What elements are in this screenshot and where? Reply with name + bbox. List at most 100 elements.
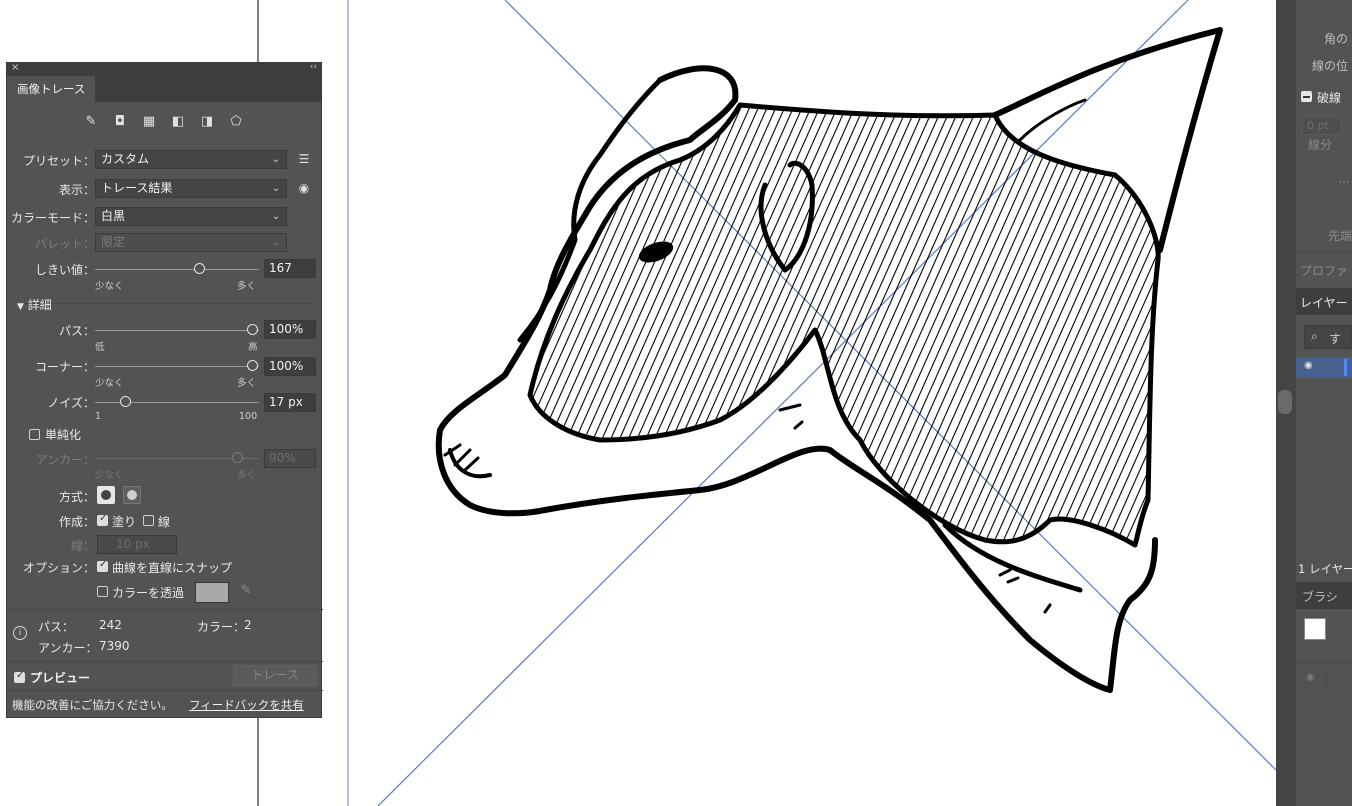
divider: [17, 303, 313, 304]
stats-anchors-value: 7390: [99, 639, 130, 653]
black-and-white-icon[interactable]: ◨: [199, 114, 215, 130]
dock-scrollbar-handle[interactable]: [1278, 390, 1292, 414]
divider: [1326, 668, 1327, 690]
threshold-input[interactable]: 167: [264, 259, 316, 278]
noise-slider-knob[interactable]: [120, 396, 131, 407]
preview-checkbox[interactable]: [14, 670, 25, 683]
chevron-down-icon: ⌄: [271, 154, 280, 165]
layer-color-bar: [1344, 359, 1347, 376]
dash-input[interactable]: 0 pt: [1302, 116, 1342, 135]
outline-icon[interactable]: ⬠: [228, 114, 244, 130]
method-overlapping-button[interactable]: [123, 486, 141, 504]
feedback-link[interactable]: フィードバックを共有: [189, 697, 304, 713]
palette-select: 限定 ⌄: [95, 233, 287, 252]
stats-paths-label: パス：: [38, 620, 75, 634]
chevron-down-icon: ⌄: [271, 211, 280, 222]
right-dock: 角の 線の位 破線 0 pt 線分 … 先端位 プロファ レイヤー ⌕ す ◉ …: [1276, 0, 1352, 806]
corners-slider-track[interactable]: [95, 366, 259, 367]
paths-label: パス：: [58, 324, 95, 338]
paths-slider-knob[interactable]: [247, 324, 258, 335]
corners-input[interactable]: 100%: [264, 357, 316, 376]
eye-icon[interactable]: ◉: [296, 180, 312, 196]
threshold-label: しきい値：: [34, 263, 95, 277]
threshold-max-label: 多く: [237, 281, 257, 292]
threshold-slider-track[interactable]: [95, 269, 259, 270]
chevron-down-icon: ⌄: [271, 237, 280, 248]
layers-count-label: 1 レイヤー: [1298, 562, 1352, 576]
advanced-label: 詳細: [27, 298, 52, 312]
paths-slider-track[interactable]: [95, 330, 259, 331]
color-mode-value: 白黒: [101, 209, 126, 223]
noise-input[interactable]: 17 px: [264, 393, 316, 412]
info-icon: i: [13, 626, 27, 640]
color-mode-select[interactable]: 白黒 ⌄: [95, 207, 287, 226]
stats-colors-label: カラー：: [197, 620, 246, 634]
layer-row[interactable]: ◉: [1296, 357, 1352, 378]
color-mode-label: カラーモード：: [10, 211, 95, 225]
profile-label: プロファ: [1300, 264, 1349, 278]
layers-search-input[interactable]: ⌕ す: [1304, 325, 1352, 349]
trace-button[interactable]: トレース: [233, 665, 317, 686]
tab-layers[interactable]: レイヤー: [1300, 294, 1348, 311]
triangle-down-icon: ▼: [17, 302, 24, 312]
threshold-slider-knob[interactable]: [194, 263, 205, 274]
noise-max-label: 100: [239, 411, 258, 422]
anchor-slider-knob: [232, 452, 243, 463]
divider: [1296, 662, 1352, 663]
corners-label: コーナー：: [34, 360, 95, 374]
divider: [7, 690, 323, 691]
ignore-color-label: カラーを透過: [112, 586, 185, 600]
tab-brushes[interactable]: ブラシ: [1302, 588, 1338, 605]
paths-input[interactable]: 100%: [264, 320, 316, 339]
high-color-icon[interactable]: ◘: [112, 114, 128, 130]
fills-checkbox[interactable]: [97, 513, 108, 526]
corners-max-label: 多く: [237, 378, 257, 389]
stroke-align-label: 線の位: [1312, 59, 1349, 73]
brushes-tabstrip: ブラシ: [1296, 582, 1352, 609]
corners-slider-knob[interactable]: [247, 360, 258, 371]
ignore-color-checkbox[interactable]: [97, 586, 108, 597]
stroke-input: 10 px: [97, 535, 177, 554]
dashed-line-checkbox[interactable]: [1301, 91, 1312, 102]
collapse-icon[interactable]: ‹‹: [310, 62, 317, 72]
brush-swatch[interactable]: [1304, 618, 1326, 640]
simplify-label: 単純化: [45, 428, 82, 442]
panel-tabstrip: 画像トレース: [7, 76, 321, 102]
palette-value: 限定: [101, 235, 126, 249]
eye-icon[interactable]: ◉: [1306, 672, 1315, 683]
layers-tabstrip: レイヤー: [1296, 288, 1352, 315]
dashed-line-label: 破線: [1317, 91, 1342, 105]
advanced-toggle[interactable]: ▼ 詳細: [17, 296, 52, 313]
strokes-checkbox[interactable]: [143, 515, 154, 526]
cap-label: 先端位: [1328, 229, 1352, 243]
divider: [7, 609, 323, 610]
grayscale-icon[interactable]: ◧: [170, 114, 186, 130]
paths-max-label: 高: [248, 342, 258, 353]
view-select[interactable]: トレース結果 ⌄: [95, 179, 287, 198]
feedback-text: 機能の改善にご協力ください。: [12, 698, 173, 712]
stats-colors-value: 2: [244, 618, 252, 632]
corners-min-label: 少なく: [95, 378, 124, 389]
view-value: トレース結果: [101, 181, 173, 195]
noise-min-label: 1: [95, 411, 102, 422]
auto-color-icon[interactable]: ✎: [83, 114, 99, 130]
snap-curves-checkbox[interactable]: [97, 559, 108, 572]
eye-icon[interactable]: ◉: [1304, 360, 1313, 371]
panel-titlebar[interactable]: × ‹‹: [7, 62, 321, 76]
anchor-min-label: 少なく: [95, 470, 124, 481]
divider: [1296, 252, 1352, 253]
paths-min-label: 低: [95, 342, 105, 353]
ignore-color-swatch[interactable]: [195, 582, 229, 603]
low-color-icon[interactable]: ▦: [141, 114, 157, 130]
tab-image-trace[interactable]: 画像トレース: [7, 76, 96, 102]
search-placeholder: す: [1329, 332, 1342, 346]
preset-value: カスタム: [101, 152, 150, 166]
close-icon[interactable]: ×: [11, 62, 19, 73]
simplify-checkbox[interactable]: [29, 429, 40, 440]
method-label: 方式：: [58, 490, 95, 504]
preview-label: プレビュー: [30, 671, 91, 685]
method-abutting-button[interactable]: [97, 486, 115, 504]
preset-select[interactable]: カスタム ⌄: [95, 150, 287, 169]
preset-menu-icon[interactable]: ☰: [296, 151, 312, 167]
eyedropper-icon[interactable]: ✎: [238, 583, 254, 599]
